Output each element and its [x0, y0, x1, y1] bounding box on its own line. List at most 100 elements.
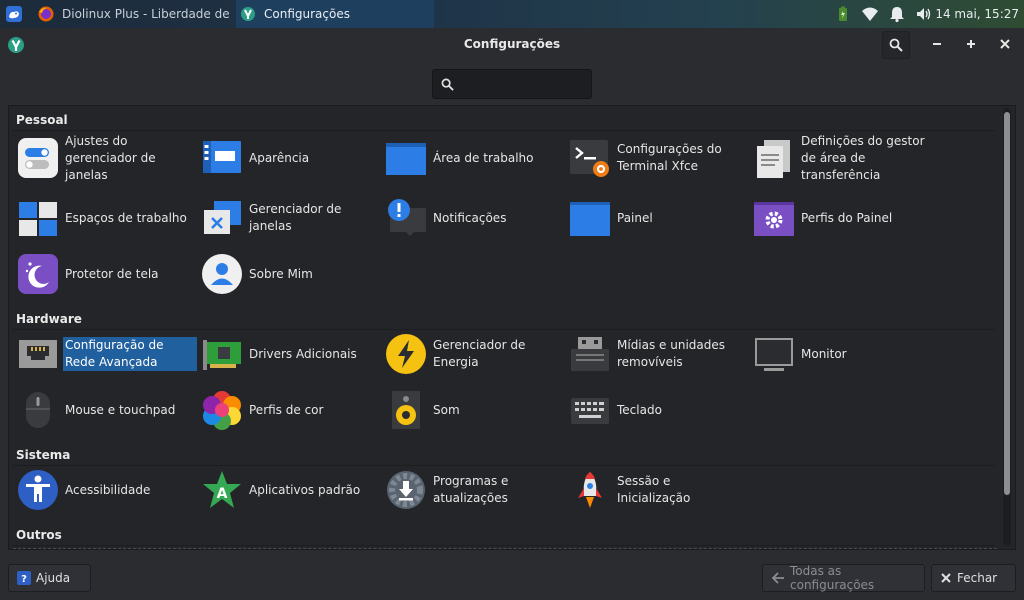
- help-button[interactable]: ? Ajuda: [8, 564, 91, 592]
- svg-text:?: ?: [21, 574, 27, 585]
- item-label: Mouse e touchpad: [65, 402, 176, 417]
- close-button-label: Fechar: [957, 571, 998, 585]
- item-acessibilidade[interactable]: Acessibilidade: [17, 467, 197, 513]
- item-programas-atualizacoes[interactable]: Programas e atualizações: [385, 467, 565, 513]
- category-separator: [13, 130, 995, 131]
- window-manager-icon: [201, 197, 243, 239]
- item-ajustes-gerenciador[interactable]: Ajustes do gerenciador de janelas: [17, 133, 197, 182]
- desktop-icon: [385, 137, 427, 179]
- search-field[interactable]: [432, 69, 592, 99]
- item-notificacoes[interactable]: Notificações: [385, 195, 565, 241]
- item-label: Ajustes do gerenciador de janelas: [65, 133, 156, 182]
- item-label: Sobre Mim: [249, 266, 313, 281]
- accessibility-icon: [17, 469, 59, 511]
- item-sobre-mim[interactable]: Sobre Mim: [201, 251, 381, 297]
- battery-icon: [839, 6, 847, 21]
- item-midias-removiveis[interactable]: Mídias e unidades removíveis: [569, 331, 749, 377]
- item-rede-avancada[interactable]: Configuração de Rede Avançada: [17, 331, 197, 377]
- speaker-icon: [385, 389, 427, 431]
- item-terminal[interactable]: Configurações do Terminal Xfce: [569, 135, 749, 181]
- item-label: Definições do gestor de área de transfer…: [801, 133, 925, 182]
- item-sessao-inicializacao[interactable]: Sessão e Inicialização: [569, 467, 749, 513]
- software-updates-icon: [385, 469, 427, 511]
- clipboard-icon: [753, 137, 795, 179]
- item-label: Perfis de cor: [249, 402, 324, 417]
- window-tweaks-icon: [17, 137, 59, 179]
- vertical-scrollbar[interactable]: [1003, 108, 1011, 546]
- power-manager-icon: [385, 333, 427, 375]
- firefox-icon: [38, 6, 54, 22]
- item-gerenciador-energia[interactable]: Gerenciador de Energia: [385, 331, 565, 377]
- notifications-icon: [385, 197, 427, 239]
- close-window-button[interactable]: [998, 37, 1012, 51]
- wifi-icon: [862, 7, 878, 21]
- item-label: Painel: [617, 210, 653, 225]
- scrollbar-thumb[interactable]: [1004, 112, 1010, 495]
- item-label: Mídias e unidades removíveis: [617, 338, 726, 369]
- item-monitor[interactable]: Monitor: [753, 331, 933, 377]
- maximize-button[interactable]: [964, 37, 978, 51]
- keyboard-icon: [569, 389, 611, 431]
- close-button[interactable]: Fechar: [931, 564, 1016, 592]
- minimize-button[interactable]: [930, 37, 944, 51]
- search-toggle-button[interactable]: [882, 31, 910, 59]
- settings-app-icon: [241, 7, 255, 21]
- top-panel: Diolinux Plus - Liberdade de ... Configu…: [0, 0, 1024, 28]
- item-espacos-trabalho[interactable]: Espaços de trabalho: [17, 195, 197, 241]
- hardware-card-icon: [201, 333, 243, 375]
- item-label: Acessibilidade: [65, 482, 151, 497]
- item-label: Espaços de trabalho: [65, 210, 187, 225]
- item-painel[interactable]: Painel: [569, 195, 749, 241]
- item-label: Aplicativos padrão: [249, 482, 361, 497]
- all-settings-button[interactable]: Todas as configurações: [762, 564, 925, 592]
- item-area-trabalho[interactable]: Área de trabalho: [385, 135, 565, 181]
- panel-icon: [569, 197, 611, 239]
- appearance-icon: [201, 137, 243, 179]
- item-drivers-adicionais[interactable]: Drivers Adicionais: [201, 331, 381, 377]
- item-gerenciador-janelas[interactable]: Gerenciador de janelas: [201, 195, 381, 241]
- arrow-left-icon: [771, 571, 785, 585]
- item-perfis-cor[interactable]: Perfis de cor: [201, 387, 381, 433]
- item-label: Monitor: [801, 346, 847, 361]
- close-icon: [940, 572, 952, 584]
- taskbar-item-settings[interactable]: Configurações: [236, 0, 434, 28]
- removable-drive-icon: [569, 333, 611, 375]
- settings-list: Pessoal Ajustes do gerenciador de janela…: [8, 105, 1016, 550]
- search-input[interactable]: [459, 75, 587, 95]
- default-apps-icon: A: [201, 469, 243, 511]
- item-label: Configuração de Rede Avançada: [63, 337, 197, 371]
- xfce-logo-icon: [6, 6, 22, 22]
- item-som[interactable]: Som: [385, 387, 565, 433]
- category-header-sistema: Sistema: [16, 448, 71, 462]
- item-protetor-tela[interactable]: Protetor de tela: [17, 251, 197, 297]
- taskbar-item-label: Diolinux Plus - Liberdade de ...: [62, 7, 234, 21]
- whisker-menu-button[interactable]: [0, 0, 28, 28]
- item-label: Drivers Adicionais: [249, 346, 357, 361]
- item-perfis-painel[interactable]: Perfis do Painel: [753, 195, 933, 241]
- tray-battery[interactable]: [834, 0, 852, 28]
- maximize-icon: [967, 40, 975, 48]
- item-label: Área de trabalho: [433, 150, 534, 165]
- item-mouse-touchpad[interactable]: Mouse e touchpad: [17, 387, 197, 433]
- tray-volume[interactable]: [915, 0, 933, 28]
- svg-text:A: A: [217, 486, 228, 502]
- item-label: Protetor de tela: [65, 266, 159, 281]
- screensaver-icon: [17, 253, 59, 295]
- category-header-pessoal: Pessoal: [16, 113, 68, 127]
- tray-notifications[interactable]: [888, 0, 906, 28]
- window-titlebar[interactable]: Configurações: [0, 28, 1024, 60]
- panel-clock[interactable]: 14 mai, 15:27: [935, 0, 1019, 28]
- item-aparencia[interactable]: Aparência: [201, 135, 381, 181]
- item-label: Som: [433, 402, 460, 417]
- panel-profiles-icon: [753, 197, 795, 239]
- user-icon: [201, 253, 243, 295]
- category-header-outros: Outros: [16, 528, 62, 542]
- tray-wifi[interactable]: [861, 0, 879, 28]
- search-icon: [889, 38, 903, 52]
- taskbar-item-browser[interactable]: Diolinux Plus - Liberdade de ...: [34, 0, 234, 28]
- item-teclado[interactable]: Teclado: [569, 387, 749, 433]
- item-aplicativos-padrao[interactable]: A Aplicativos padrão: [201, 467, 381, 513]
- item-clipboard[interactable]: Definições do gestor de área de transfer…: [753, 133, 933, 182]
- item-label: Programas e atualizações: [433, 474, 509, 505]
- help-icon: ?: [17, 571, 31, 585]
